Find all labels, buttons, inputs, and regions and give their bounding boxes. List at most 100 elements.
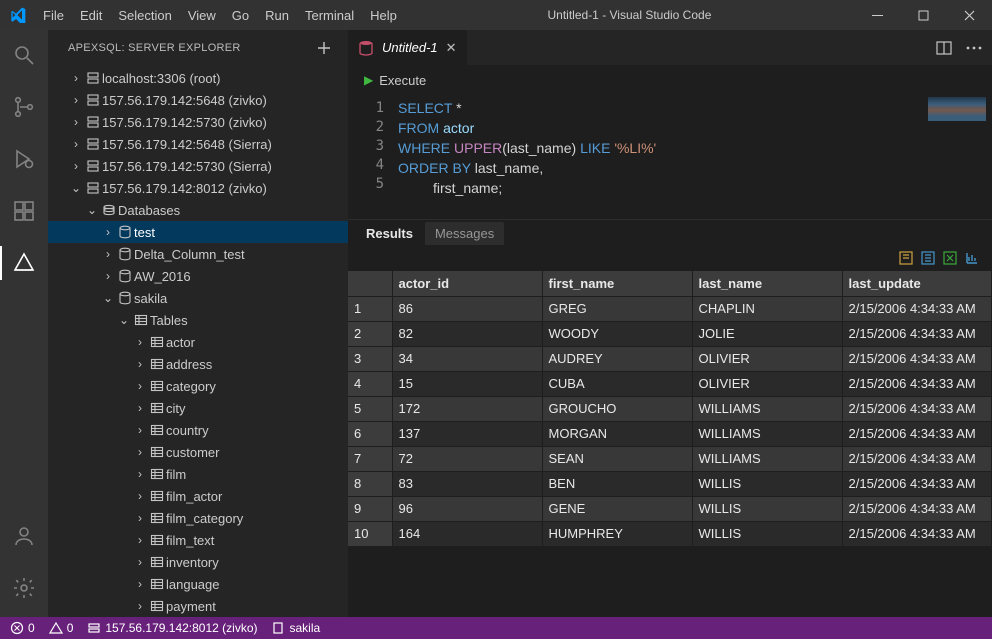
cell[interactable]: 2/15/2006 4:34:33 AM <box>842 496 992 521</box>
cell[interactable]: OLIVIER <box>692 371 842 396</box>
menu-go[interactable]: Go <box>224 0 257 30</box>
cell[interactable]: GROUCHO <box>542 396 692 421</box>
cell[interactable]: 2/15/2006 4:34:33 AM <box>842 371 992 396</box>
split-editor-icon[interactable] <box>936 40 952 56</box>
server-node[interactable]: ›157.56.179.142:5648 (Sierra) <box>48 133 348 155</box>
server-node[interactable]: ⌄157.56.179.142:8012 (zivko) <box>48 177 348 199</box>
status-warnings[interactable]: 0 <box>49 621 74 635</box>
table-row[interactable]: 282WOODYJOLIE2/15/2006 4:34:33 AM <box>348 321 992 346</box>
cell[interactable]: 164 <box>392 521 542 546</box>
status-connection[interactable]: 157.56.179.142:8012 (zivko) <box>87 621 257 635</box>
cell[interactable]: 82 <box>392 321 542 346</box>
more-actions-icon[interactable] <box>966 46 982 50</box>
cell[interactable]: WILLIS <box>692 496 842 521</box>
table-row[interactable]: 334AUDREYOLIVIER2/15/2006 4:34:33 AM <box>348 346 992 371</box>
menu-selection[interactable]: Selection <box>110 0 179 30</box>
editor-tab[interactable]: Untitled-1 ✕ <box>348 30 468 65</box>
minimap[interactable] <box>922 95 992 219</box>
databases-folder[interactable]: ⌄Databases <box>48 199 348 221</box>
menu-view[interactable]: View <box>180 0 224 30</box>
column-header[interactable]: last_update <box>842 271 992 296</box>
tables-folder[interactable]: ⌄Tables <box>48 309 348 331</box>
status-database[interactable]: sakila <box>271 621 320 635</box>
cell[interactable]: GENE <box>542 496 692 521</box>
cell[interactable]: AUDREY <box>542 346 692 371</box>
play-icon[interactable]: ▶ <box>364 73 373 87</box>
cell[interactable]: 2/15/2006 4:34:33 AM <box>842 521 992 546</box>
maximize-button[interactable] <box>900 0 946 30</box>
table-node[interactable]: ›address <box>48 353 348 375</box>
cell[interactable]: 2/15/2006 4:34:33 AM <box>842 346 992 371</box>
table-node[interactable]: ›customer <box>48 441 348 463</box>
cell[interactable]: 2/15/2006 4:34:33 AM <box>842 321 992 346</box>
column-header[interactable]: actor_id <box>392 271 542 296</box>
menu-terminal[interactable]: Terminal <box>297 0 362 30</box>
minimize-button[interactable] <box>854 0 900 30</box>
settings-gear-icon[interactable] <box>0 571 48 605</box>
cell[interactable]: 2/15/2006 4:34:33 AM <box>842 296 992 321</box>
table-row[interactable]: 186GREGCHAPLIN2/15/2006 4:34:33 AM <box>348 296 992 321</box>
table-row[interactable]: 883BENWILLIS2/15/2006 4:34:33 AM <box>348 471 992 496</box>
cell[interactable]: WILLIAMS <box>692 421 842 446</box>
cell[interactable]: WILLIS <box>692 471 842 496</box>
cell[interactable]: 34 <box>392 346 542 371</box>
database-node[interactable]: ›test <box>48 221 348 243</box>
database-node[interactable]: ›Delta_Column_test <box>48 243 348 265</box>
code-content[interactable]: SELECT * FROM actor WHERE UPPER(last_nam… <box>398 99 656 199</box>
table-node[interactable]: ›film_category <box>48 507 348 529</box>
export-json-icon[interactable] <box>898 250 914 266</box>
export-excel-icon[interactable] <box>942 250 958 266</box>
cell[interactable]: 96 <box>392 496 542 521</box>
table-node[interactable]: ›category <box>48 375 348 397</box>
cell[interactable]: OLIVIER <box>692 346 842 371</box>
cell[interactable]: 172 <box>392 396 542 421</box>
cell[interactable]: BEN <box>542 471 692 496</box>
table-node[interactable]: ›film_text <box>48 529 348 551</box>
table-node[interactable]: ›film_actor <box>48 485 348 507</box>
results-grid[interactable]: actor_idfirst_namelast_namelast_update 1… <box>348 271 992 617</box>
table-row[interactable]: 415CUBAOLIVIER2/15/2006 4:34:33 AM <box>348 371 992 396</box>
table-node[interactable]: ›city <box>48 397 348 419</box>
cell[interactable]: WILLIAMS <box>692 396 842 421</box>
table-node[interactable]: ›inventory <box>48 551 348 573</box>
extensions-icon[interactable] <box>0 194 48 228</box>
execute-button[interactable]: Execute <box>379 73 426 88</box>
table-node[interactable]: ›country <box>48 419 348 441</box>
apexsql-icon[interactable] <box>0 246 48 280</box>
cell[interactable]: 2/15/2006 4:34:33 AM <box>842 396 992 421</box>
database-node[interactable]: ⌄sakila <box>48 287 348 309</box>
cell[interactable]: GREG <box>542 296 692 321</box>
tab-results[interactable]: Results <box>356 222 423 245</box>
cell[interactable]: CUBA <box>542 371 692 396</box>
close-tab-icon[interactable]: ✕ <box>446 40 457 56</box>
table-row[interactable]: 5172GROUCHOWILLIAMS2/15/2006 4:34:33 AM <box>348 396 992 421</box>
table-row[interactable]: 6137MORGANWILLIAMS2/15/2006 4:34:33 AM <box>348 421 992 446</box>
cell[interactable]: 2/15/2006 4:34:33 AM <box>842 446 992 471</box>
cell[interactable]: WILLIAMS <box>692 446 842 471</box>
table-row[interactable]: 10164HUMPHREYWILLIS2/15/2006 4:34:33 AM <box>348 521 992 546</box>
menu-file[interactable]: File <box>35 0 72 30</box>
cell[interactable]: MORGAN <box>542 421 692 446</box>
search-icon[interactable] <box>0 38 48 72</box>
status-errors[interactable]: 0 <box>10 621 35 635</box>
table-row[interactable]: 996GENEWILLIS2/15/2006 4:34:33 AM <box>348 496 992 521</box>
menu-edit[interactable]: Edit <box>72 0 110 30</box>
chart-icon[interactable] <box>964 250 980 266</box>
code-editor[interactable]: 12345 SELECT * FROM actor WHERE UPPER(la… <box>348 95 992 219</box>
cell[interactable]: 2/15/2006 4:34:33 AM <box>842 471 992 496</box>
source-control-icon[interactable] <box>0 90 48 124</box>
cell[interactable]: SEAN <box>542 446 692 471</box>
table-node[interactable]: ›actor <box>48 331 348 353</box>
table-row[interactable]: 772SEANWILLIAMS2/15/2006 4:34:33 AM <box>348 446 992 471</box>
export-csv-icon[interactable] <box>920 250 936 266</box>
add-connection-button[interactable] <box>316 40 332 56</box>
cell[interactable]: HUMPHREY <box>542 521 692 546</box>
server-tree[interactable]: ›localhost:3306 (root)›157.56.179.142:56… <box>48 65 348 617</box>
cell[interactable]: WOODY <box>542 321 692 346</box>
column-header[interactable]: first_name <box>542 271 692 296</box>
accounts-icon[interactable] <box>0 519 48 553</box>
close-window-button[interactable] <box>946 0 992 30</box>
cell[interactable]: CHAPLIN <box>692 296 842 321</box>
server-node[interactable]: ›157.56.179.142:5730 (zivko) <box>48 111 348 133</box>
cell[interactable]: WILLIS <box>692 521 842 546</box>
